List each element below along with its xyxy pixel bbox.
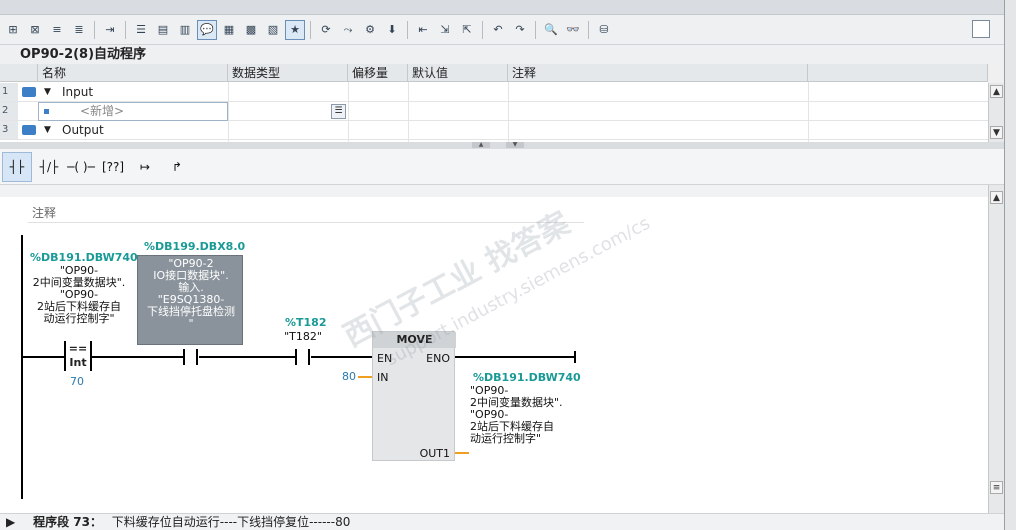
section-input-label: Input [62, 85, 94, 99]
contact2[interactable] [295, 349, 311, 365]
window-layout-icon[interactable] [972, 20, 990, 38]
section-output-label: Output [62, 123, 104, 137]
header-offset[interactable]: 偏移量 [348, 64, 408, 82]
header-filler [808, 64, 988, 82]
power-rail [21, 235, 23, 499]
move-out-address[interactable]: %DB191.DBW740 [473, 371, 581, 384]
download-icon[interactable]: ⬇ [382, 20, 402, 40]
absolute-operand-icon[interactable]: ▦ [219, 20, 239, 40]
expand-triangle-icon[interactable]: ▶ [6, 515, 15, 529]
collapse-triangle-icon[interactable]: ▼ [44, 87, 51, 97]
collapse-triangle-icon[interactable]: ▼ [44, 125, 51, 135]
block-title: OP90-2(8)自动程序 [0, 45, 1004, 64]
table-row[interactable]: 2 <新增> ☰ [0, 102, 988, 121]
network-title: 下料缓存位自动运行----下线挡停复位------80 [111, 515, 351, 529]
cross-ref-icon[interactable]: ⤳ [338, 20, 358, 40]
table-row[interactable]: 3 ▼ Output [0, 121, 988, 140]
interface-section-icon [22, 125, 36, 135]
splitter-up-icon[interactable]: ▲ [472, 142, 490, 148]
contact1-symbol[interactable]: "OP90-2 IO接口数据块". 输入. "E9SQ1380- 下线挡停托盘检… [137, 255, 243, 345]
contact2-symbol[interactable]: "T182" [278, 331, 328, 343]
goto-icon[interactable]: ⇥ [100, 20, 120, 40]
editor-scrollbar[interactable]: ▲ ≡ [988, 185, 1004, 513]
glasses-icon[interactable]: 👓 [563, 20, 583, 40]
favorites-icon[interactable]: ★ [285, 19, 305, 40]
close-branch-icon[interactable]: ↱ [162, 152, 192, 182]
header-name[interactable]: 名称 [38, 64, 228, 82]
comment-toggle-icon[interactable]: 💬 [197, 19, 217, 40]
move-out-symbol[interactable]: "OP90- 2中间变量数据块". "OP90- 2站后下料缓存自 动运行控制字… [470, 385, 578, 445]
database-icon[interactable]: ⛁ [594, 20, 614, 40]
cmp-address[interactable]: %DB191.DBW740 [30, 251, 138, 264]
datatype-picker-button[interactable]: ☰ [331, 104, 346, 119]
undo-icon[interactable]: ↶ [488, 20, 508, 40]
splitter[interactable]: ▲ ▼ [0, 142, 1004, 149]
bullet-icon [44, 109, 49, 114]
lad-editor[interactable]: 注释 %DB191.DBW740 "OP90- 2中间变量数据块". "OP90… [0, 185, 988, 513]
window-top-strip [0, 0, 1016, 15]
symbol-display-icon[interactable]: ▩ [241, 20, 261, 40]
interface-table: 名称 数据类型 偏移量 默认值 注释 1 ▼ Input 2 <新增> ☰ 3 … [0, 64, 988, 142]
outdent-icon[interactable]: ⇱ [457, 20, 477, 40]
compile-icon[interactable]: ⚙ [360, 20, 380, 40]
header-default[interactable]: 默认值 [408, 64, 508, 82]
interface-scrollbar[interactable]: ▲ ▼ [988, 83, 1004, 142]
new-entry-placeholder: <新增> [80, 104, 125, 118]
tag-info-icon[interactable]: ▧ [263, 20, 283, 40]
cmp-symbol[interactable]: "OP90- 2中间变量数据块". "OP90- 2站后下料缓存自 动运行控制字… [24, 265, 134, 325]
scroll-down-icon[interactable]: ▼ [990, 126, 1003, 139]
compare-instruction[interactable]: == Int [64, 341, 92, 371]
interface-section-icon [22, 87, 36, 97]
monitor-icon[interactable]: ⟳ [316, 20, 336, 40]
panel-icon[interactable]: ▥ [175, 20, 195, 40]
header-datatype[interactable]: 数据类型 [228, 64, 348, 82]
list-view-icon[interactable]: ☰ [131, 20, 151, 40]
right-side-panel-edge [1004, 0, 1016, 530]
network-header-cut [0, 185, 988, 197]
add-row-icon[interactable]: ≣ [69, 20, 89, 40]
network-comment[interactable]: 注释 [32, 204, 56, 221]
no-contact-icon[interactable]: ┤├ [2, 151, 32, 182]
open-branch-icon[interactable]: ↦ [130, 152, 160, 182]
search-icon[interactable]: 🔍 [541, 20, 561, 40]
call-hierarchy-icon[interactable]: ⇤ [413, 20, 433, 40]
scroll-up-icon[interactable]: ▲ [990, 191, 1003, 204]
empty-box-icon[interactable]: [??] [98, 152, 128, 182]
lad-instruction-bar: ┤├ ┤/├ ─( )─ [??] ↦ ↱ [0, 149, 1004, 185]
insert-row-icon[interactable]: ≡ [47, 20, 67, 40]
tia-portal-editor: ⊞ ⊠ ≡ ≣ ⇥ ☰ ▤ ▥ 💬 ▦ ▩ ▧ ★ ⟳ ⤳ ⚙ ⬇ ⇤ ⇲ ⇱ … [0, 0, 1016, 530]
block-editor-toolbar: ⊞ ⊠ ≡ ≣ ⇥ ☰ ▤ ▥ 💬 ▦ ▩ ▧ ★ ⟳ ⤳ ⚙ ⬇ ⇤ ⇲ ⇱ … [0, 15, 1004, 45]
network-label: 程序段 73： [33, 515, 102, 529]
contact1-address[interactable]: %DB199.DBX8.0 [144, 240, 245, 253]
network-73-header[interactable]: ▶ 程序段 73： 下料缓存位自动运行----下线挡停复位------80 [0, 513, 1004, 530]
new-entry-cell[interactable] [38, 102, 228, 121]
scroll-up-icon[interactable]: ▲ [990, 85, 1003, 98]
scroll-menu-icon[interactable]: ≡ [990, 481, 1003, 494]
table-row[interactable]: 1 ▼ Input [0, 83, 988, 102]
coil-icon[interactable]: ─( )─ [66, 152, 96, 182]
header-rownum [0, 64, 38, 82]
move-in-value[interactable]: 80 [342, 370, 356, 383]
header-comment[interactable]: 注释 [508, 64, 808, 82]
insert-network-icon[interactable]: ⊞ [3, 20, 23, 40]
delete-network-icon[interactable]: ⊠ [25, 20, 45, 40]
nc-contact-icon[interactable]: ┤/├ [34, 152, 64, 182]
indent-icon[interactable]: ⇲ [435, 20, 455, 40]
contact1[interactable] [183, 349, 199, 365]
contact2-address[interactable]: %T182 [285, 316, 327, 329]
redo-icon[interactable]: ↷ [510, 20, 530, 40]
splitter-down-icon[interactable]: ▼ [506, 142, 524, 148]
window-view-icon[interactable]: ▤ [153, 20, 173, 40]
cmp-value[interactable]: 70 [70, 375, 84, 388]
